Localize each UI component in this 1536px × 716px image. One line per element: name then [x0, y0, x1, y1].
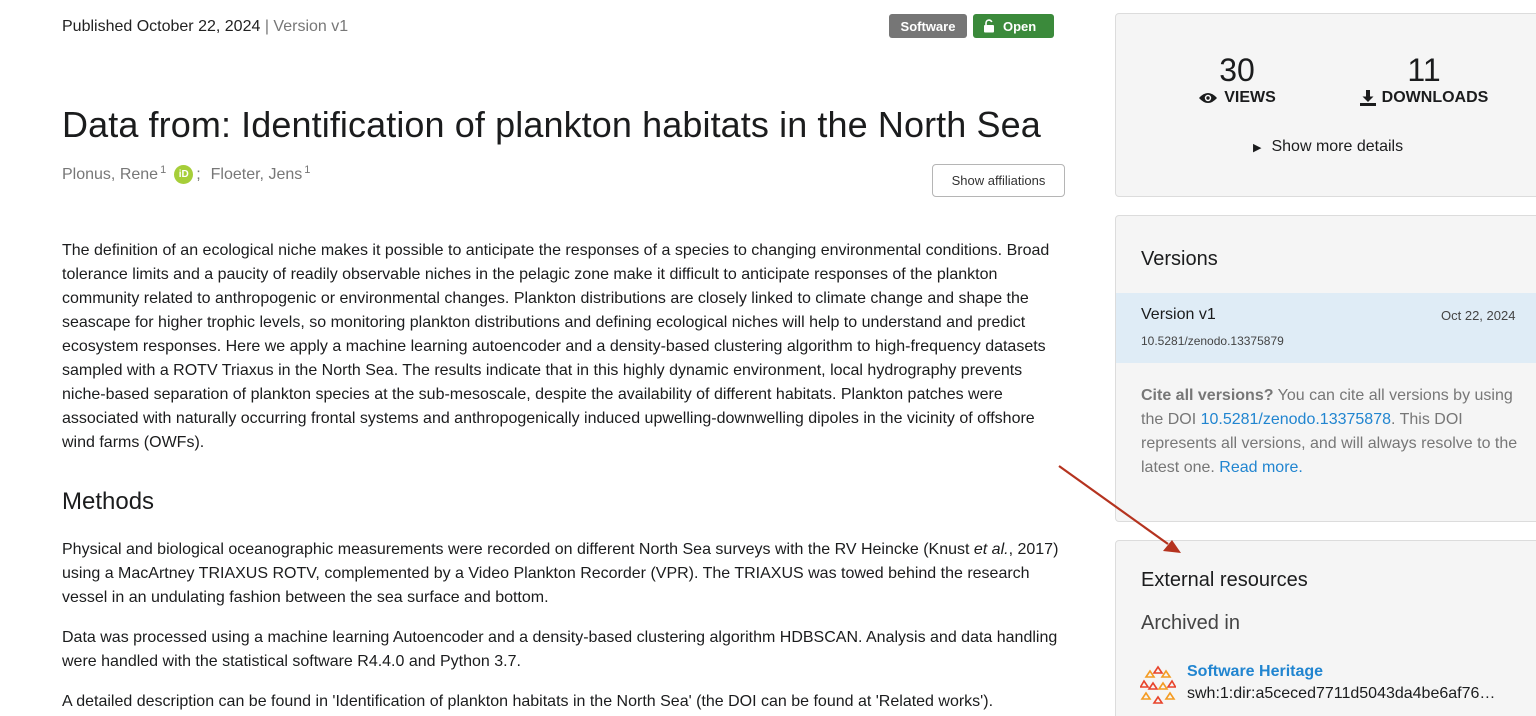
software-badge: Software	[889, 14, 967, 38]
page-title: Data from: Identification of plankton ha…	[62, 104, 1041, 145]
show-more-details-toggle[interactable]: ▶ Show more details	[1253, 138, 1403, 156]
open-label: Open	[1003, 18, 1037, 34]
views-label: VIEWS	[1224, 89, 1276, 106]
affiliation-number: 1	[160, 163, 167, 176]
methods-italic: et al.	[973, 541, 1009, 558]
unlock-icon	[984, 19, 994, 33]
published-date: Published October 22, 2024	[62, 18, 261, 35]
affiliation-number: 1	[304, 163, 311, 176]
eye-icon	[1199, 93, 1218, 103]
versions-card: Versions Version v1 Oct 22, 2024 10.5281…	[1115, 215, 1536, 522]
archived-in-label: Archived in	[1141, 612, 1240, 634]
methods-heading: Methods	[62, 488, 155, 515]
views-count: 30	[1219, 52, 1255, 88]
views-label-row: VIEWS	[1194, 89, 1280, 107]
downloads-label-row: DOWNLOADS	[1354, 89, 1494, 107]
external-resources-card: External resources Archived in Software …	[1115, 540, 1536, 716]
record-badges: Software Open	[889, 14, 1054, 38]
methods-paragraph: A detailed description can be found in '…	[62, 693, 994, 710]
read-more-link[interactable]: Read more.	[1219, 459, 1303, 476]
download-icon	[1359, 90, 1376, 106]
version-date: Oct 22, 2024	[1441, 308, 1516, 323]
software-heritage-link[interactable]: Software Heritage	[1187, 663, 1323, 681]
show-more-label: Show more details	[1271, 138, 1404, 155]
author-name[interactable]: Floeter, Jens	[211, 166, 303, 184]
cite-all-versions: Cite all versions? You can cite all vers…	[1141, 384, 1531, 480]
versions-heading: Versions	[1141, 248, 1218, 270]
methods-paragraph: Physical and biological oceanographic me…	[62, 538, 1068, 610]
author-list: Plonus, Rene 1 iD ; Floeter, Jens 1	[62, 163, 311, 184]
version-name[interactable]: Version v1	[1141, 306, 1216, 324]
version-label: Version v1	[273, 18, 349, 35]
software-heritage-logo-icon	[1140, 665, 1176, 704]
orcid-icon[interactable]: iD	[174, 165, 194, 184]
downloads-label: DOWNLOADS	[1381, 89, 1489, 106]
methods-text: Physical and biological oceanographic me…	[62, 541, 974, 558]
caret-right-icon: ▶	[1253, 142, 1262, 154]
downloads-stat: 11 DOWNLOADS	[1354, 52, 1494, 107]
downloads-count: 11	[1407, 52, 1441, 88]
author-name[interactable]: Plonus, Rene	[62, 166, 158, 184]
version-item[interactable]: Version v1 Oct 22, 2024 10.5281/zenodo.1…	[1116, 293, 1536, 363]
open-access-badge: Open	[973, 14, 1054, 38]
concept-doi-link[interactable]: 10.5281/zenodo.13375878	[1201, 411, 1391, 428]
separator: |	[264, 18, 269, 35]
cite-question: Cite all versions?	[1141, 387, 1274, 404]
publication-info: Published October 22, 2024 | Version v1	[62, 18, 348, 36]
swh-identifier: swh:1:dir:a5ceced7711d5043da4be6af76…	[1187, 685, 1496, 702]
description-paragraph: The definition of an ecological niche ma…	[62, 242, 1050, 451]
methods-paragraph: Data was processed using a machine learn…	[62, 629, 1058, 670]
show-affiliations-button[interactable]: Show affiliations	[932, 164, 1065, 197]
views-stat: 30 VIEWS	[1194, 52, 1280, 107]
external-resources-heading: External resources	[1141, 569, 1308, 591]
version-doi: 10.5281/zenodo.13375879	[1141, 334, 1284, 348]
stats-card: 30 VIEWS 11 DOWNLOADS ▶ Show more details	[1115, 13, 1536, 197]
author-separator: ;	[196, 165, 201, 183]
